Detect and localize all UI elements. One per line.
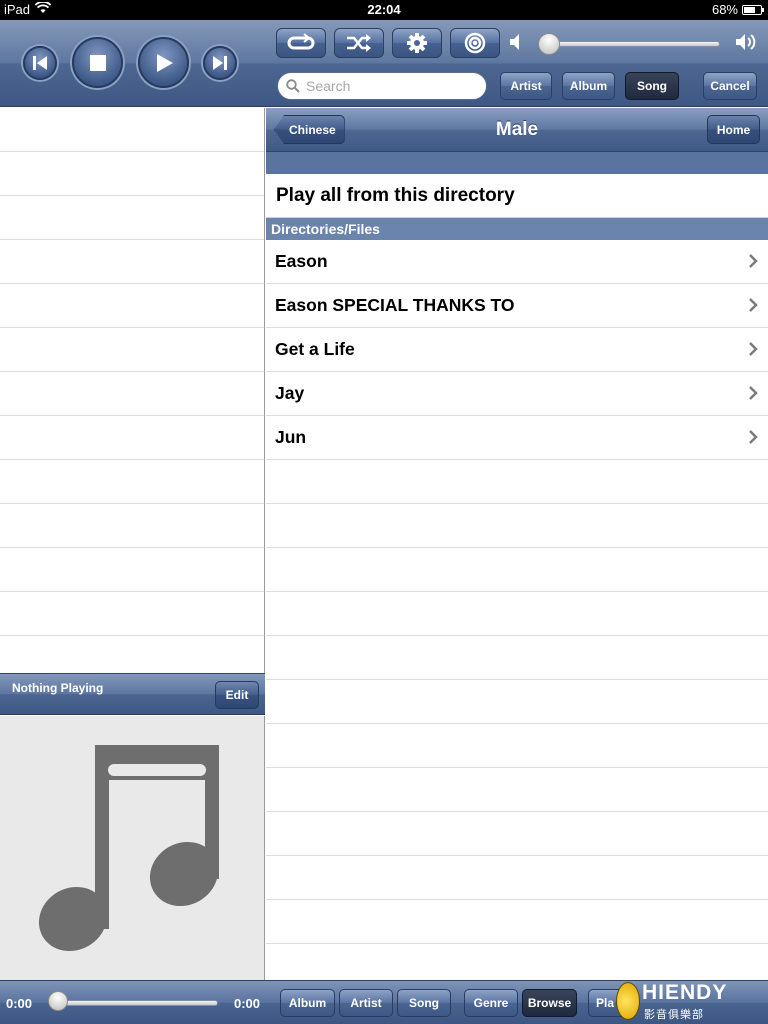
queue-list <box>0 108 265 680</box>
scope-song-button[interactable]: Song <box>625 72 679 100</box>
stop-icon <box>89 54 106 71</box>
shuffle-icon <box>347 34 371 52</box>
empty-row <box>266 812 768 856</box>
section-header: Directories/Files <box>266 218 768 240</box>
nav-divider-strip <box>266 152 768 174</box>
album-artwork <box>0 716 265 980</box>
play-button[interactable] <box>138 37 189 88</box>
tab-browse[interactable]: Browse <box>522 989 577 1017</box>
repeat-icon <box>287 33 315 50</box>
list-item[interactable]: Eason <box>266 240 768 284</box>
queue-row <box>0 416 264 460</box>
cancel-button[interactable]: Cancel <box>703 72 757 100</box>
list-item[interactable]: Get a Life <box>266 328 768 372</box>
list-item[interactable]: Jun <box>266 416 768 460</box>
play-icon <box>156 53 173 72</box>
skip-forward-icon <box>213 56 227 70</box>
volume-high-icon <box>734 32 758 57</box>
edit-button[interactable]: Edit <box>215 681 259 709</box>
queue-row <box>0 460 264 504</box>
elapsed-time: 0:00 <box>6 996 33 1011</box>
empty-row <box>266 768 768 812</box>
queue-row <box>0 284 264 328</box>
tab-genre[interactable]: Genre <box>464 989 518 1017</box>
empty-row <box>266 724 768 768</box>
chevron-right-icon <box>749 342 758 356</box>
scope-album-button[interactable]: Album <box>562 72 615 100</box>
disc-icon <box>616 982 640 1020</box>
search-field[interactable] <box>277 72 487 100</box>
tab-song[interactable]: Song <box>397 989 451 1017</box>
stop-button[interactable] <box>72 37 123 88</box>
watermark-subtitle: 影音俱樂部 <box>644 1009 704 1021</box>
page-title: Male <box>495 119 539 140</box>
tab-artist[interactable]: Artist <box>339 989 393 1017</box>
list-item[interactable]: Jay <box>266 372 768 416</box>
queue-row <box>0 372 264 416</box>
search-icon <box>286 79 300 93</box>
empty-row <box>266 460 768 504</box>
airplay-target-button[interactable] <box>450 28 500 58</box>
hiendy-watermark-logo: HIENDY 影音俱樂部 <box>614 980 768 1024</box>
now-playing-label: Nothing Playing <box>12 681 104 695</box>
queue-row <box>0 328 264 372</box>
progress-slider-knob[interactable] <box>48 991 68 1011</box>
queue-row <box>0 592 264 636</box>
search-input[interactable] <box>306 78 476 94</box>
target-icon <box>464 32 486 54</box>
play-all-row[interactable]: Play all from this directory <box>266 174 768 218</box>
status-bar: iPad 22:04 68% <box>0 0 768 20</box>
watermark-word: HIENDY <box>642 981 728 1004</box>
chevron-right-icon <box>749 386 758 400</box>
battery-percent: 68% <box>711 2 738 17</box>
repeat-button[interactable] <box>276 28 326 58</box>
list-item-label: Get a Life <box>275 339 355 359</box>
list-item-label: Jay <box>275 383 305 403</box>
chevron-right-icon <box>749 298 758 312</box>
empty-row <box>266 636 768 680</box>
queue-row <box>0 152 264 196</box>
clock: 22:04 <box>367 2 401 17</box>
empty-row <box>266 856 768 900</box>
list-item-label: Eason SPECIAL THANKS TO <box>275 295 515 315</box>
empty-row <box>266 592 768 636</box>
queue-row <box>0 548 264 592</box>
volume-slider[interactable] <box>542 41 720 47</box>
player-toolbar: Artist Album Song Cancel <box>0 20 768 107</box>
list-item[interactable]: Eason SPECIAL THANKS TO <box>266 284 768 328</box>
battery-icon <box>742 4 764 15</box>
gear-icon <box>407 33 427 53</box>
empty-row <box>266 680 768 724</box>
queue-row <box>0 240 264 284</box>
empty-row <box>266 900 768 944</box>
shuffle-button[interactable] <box>334 28 384 58</box>
scope-artist-button[interactable]: Artist <box>500 72 552 100</box>
directory-list: Eason Eason SPECIAL THANKS TO Get a Life… <box>266 240 768 988</box>
list-item-label: Eason <box>275 251 328 271</box>
settings-button[interactable] <box>392 28 442 58</box>
empty-row <box>266 548 768 592</box>
queue-row <box>0 108 264 152</box>
volume-slider-knob[interactable] <box>538 33 560 55</box>
now-playing-bar: Nothing Playing Edit <box>0 673 265 715</box>
next-track-button[interactable] <box>203 46 237 80</box>
progress-slider[interactable] <box>50 1000 218 1006</box>
volume-low-icon <box>508 32 524 57</box>
list-item-label: Jun <box>275 427 307 447</box>
empty-row <box>266 504 768 548</box>
remaining-time: 0:00 <box>234 996 261 1011</box>
music-note-icon <box>38 745 219 952</box>
queue-row <box>0 196 264 240</box>
previous-track-button[interactable] <box>23 46 57 80</box>
browser-nav-bar: Chinese Male Home <box>266 108 768 152</box>
home-button[interactable]: Home <box>707 115 760 144</box>
skip-back-icon <box>33 56 47 70</box>
chevron-right-icon <box>749 254 758 268</box>
queue-row <box>0 504 264 548</box>
tab-album[interactable]: Album <box>280 989 335 1017</box>
chevron-right-icon <box>749 430 758 444</box>
